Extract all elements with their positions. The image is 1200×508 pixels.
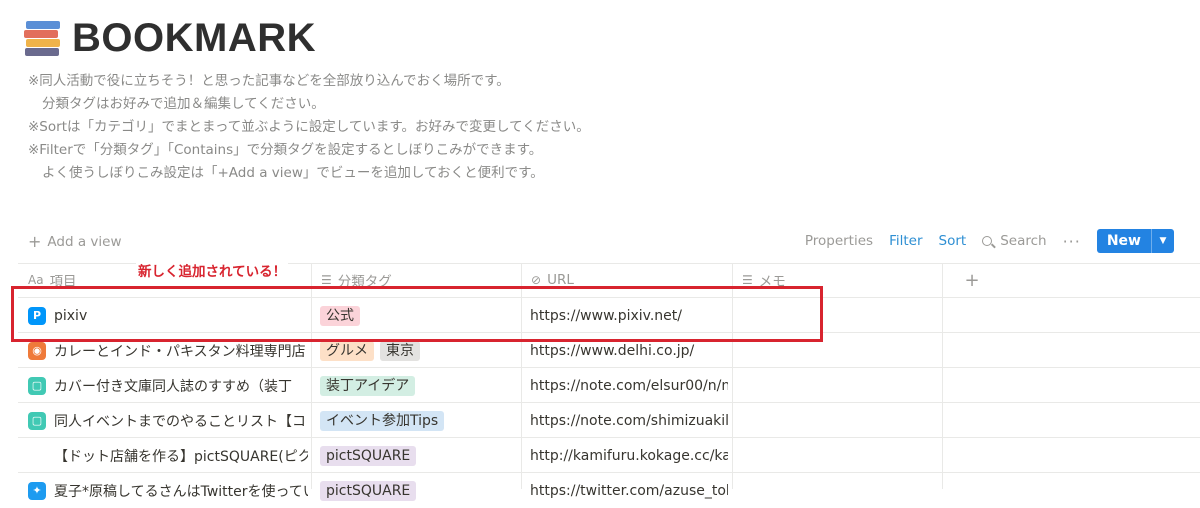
description-line: ※Sortは「カテゴリ」でまとまって並ぶように設定しています。お好みで変更してく… [28, 119, 590, 135]
description-line: 分類タグはお好みで追加＆編集してください。 [42, 96, 325, 112]
row-url: https://note.com/elsur00/n/nbf [530, 377, 728, 394]
filter-button[interactable]: Filter [889, 233, 922, 249]
table-row-title[interactable]: ▢ カバー付き文庫同人誌のすすめ（装丁 [28, 368, 308, 403]
chevron-down-icon[interactable]: ▼ [1151, 229, 1174, 253]
row-title: 【ドット店舗を作る】pictSQUARE(ピク [54, 448, 308, 465]
tag: pictSQUARE [320, 480, 417, 501]
row-title: カレーとインド・パキスタン料理専門店 [54, 343, 306, 360]
add-column-button[interactable]: + [952, 263, 992, 297]
table-row-tags[interactable]: 装丁アイデア [320, 368, 518, 403]
note-icon: ▢ [28, 376, 46, 395]
row-title: カバー付き文庫同人誌のすすめ（装丁 [54, 378, 292, 395]
table-row-url[interactable]: https://note.com/shimizuakila/n [530, 403, 728, 438]
table-row-title[interactable]: ✦ 夏子*原稿してるさんはTwitterを使ってい [28, 473, 308, 508]
books-icon [24, 19, 62, 59]
table-row-title[interactable]: ▢ 同人イベントまでのやることリスト【コ [28, 403, 308, 438]
page-title: BOOKMARK [72, 16, 316, 60]
table-row-url[interactable]: https://twitter.com/azuse_toko [530, 473, 728, 508]
properties-button[interactable]: Properties [805, 233, 873, 249]
search-icon [982, 236, 993, 246]
new-button[interactable]: New ▼ [1096, 229, 1174, 253]
add-view-label: Add a view [47, 233, 122, 250]
annotation-label: 新しく追加されている！ [136, 260, 289, 280]
tag: イベント参加Tips [320, 410, 445, 431]
sort-button[interactable]: Sort [939, 233, 967, 249]
search-button[interactable]: Search [982, 233, 1047, 249]
tag: pictSQUARE [320, 445, 417, 466]
page-description: ※同人活動で役に立ちそう！と思った記事などを全部放り込んでおく場所です。 分類タ… [28, 70, 590, 185]
row-url: https://twitter.com/azuse_toko [530, 482, 728, 499]
table-row-tags[interactable]: pictSQUARE [320, 473, 518, 508]
row-url: https://www.delhi.co.jp/ [530, 342, 695, 359]
row-title: 同人イベントまでのやることリスト【コ [54, 413, 306, 430]
add-view-button[interactable]: + Add a view [28, 232, 122, 251]
tag: グルメ [320, 340, 374, 361]
row-url: https://note.com/shimizuakila/n [530, 412, 728, 429]
description-line: ※同人活動で役に立ちそう！と思った記事などを全部放り込んでおく場所です。 [28, 73, 510, 89]
row-url: http://kamifuru.kokage.cc/kami [530, 447, 728, 464]
note-icon: ▢ [28, 411, 46, 430]
tag: 東京 [380, 340, 420, 361]
plus-icon: + [28, 232, 42, 251]
highlight-box [11, 286, 823, 342]
multi-select-icon: ☰ [321, 273, 332, 287]
link-icon: ⊘ [531, 273, 542, 287]
text-property-icon: Aa [28, 273, 44, 287]
database-toolbar: + Add a view Properties Filter Sort Sear… [0, 228, 1200, 254]
row-title: 夏子*原稿してるさんはTwitterを使ってい [54, 483, 308, 500]
table-row-url[interactable]: http://kamifuru.kokage.cc/kami [530, 438, 728, 473]
page-header: BOOKMARK [24, 16, 316, 61]
text-lines-icon: ☰ [742, 273, 753, 287]
table-row-title[interactable]: 【ドット店舗を作る】pictSQUARE(ピク [54, 438, 308, 473]
table-row-url[interactable]: https://note.com/elsur00/n/nbf [530, 368, 728, 403]
new-button-label: New [1106, 233, 1141, 249]
table-row-tags[interactable]: pictSQUARE [320, 438, 518, 473]
description-line: ※Filterで「分類タグ」「Contains」で分類タグを設定するとしぼりこみ… [28, 142, 543, 158]
more-options-icon[interactable]: ··· [1063, 232, 1081, 251]
table-row-tags[interactable]: イベント参加Tips [320, 403, 518, 438]
food-icon: ◉ [28, 341, 46, 360]
twitter-icon: ✦ [28, 481, 46, 500]
description-line: よく使うしぼりこみ設定は「+Add a view」でビューを追加しておくと便利で… [42, 165, 544, 181]
search-label: Search [1000, 233, 1047, 249]
tag: 装丁アイデア [320, 375, 416, 396]
column-divider [942, 263, 943, 489]
